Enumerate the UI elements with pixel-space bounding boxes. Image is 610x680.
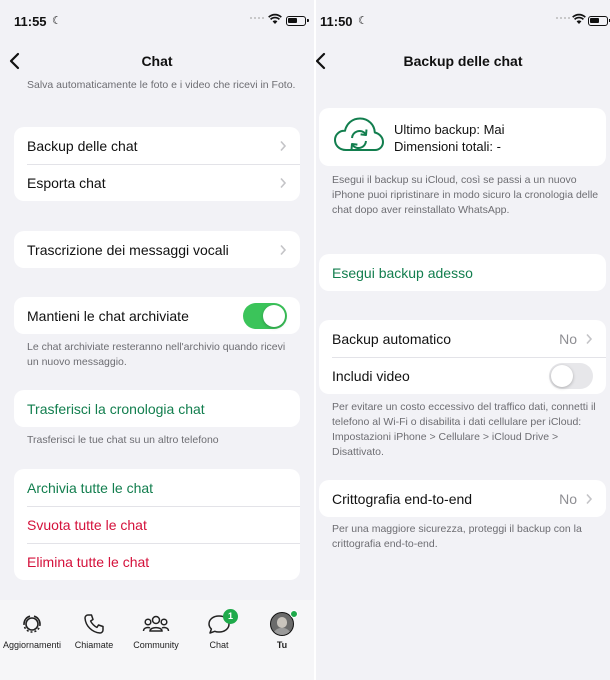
export-chat-row[interactable]: Esporta chat <box>14 164 300 201</box>
icloud-backup-note: Esegui il backup su iCloud, così se pass… <box>332 174 599 216</box>
include-video-toggle[interactable] <box>549 362 593 389</box>
signal-icon <box>250 17 264 19</box>
auto-backup-group: Backup automatico No Includi video <box>319 320 606 394</box>
chevron-right-icon <box>586 493 593 504</box>
tab-community-label: Community <box>133 640 179 650</box>
chevron-right-icon <box>280 244 287 255</box>
tab-calls-label: Chiamate <box>74 640 114 650</box>
transfer-history-button[interactable]: Trasferisci la cronologia chat <box>14 390 300 427</box>
voice-transcription-label: Trascrizione dei messaggi vocali <box>27 241 229 258</box>
battery-icon <box>588 16 610 26</box>
phone-icon <box>84 614 104 634</box>
tab-bar: Aggiornamenti Chiamate Community 1 Chat … <box>0 600 314 680</box>
auto-backup-label: Backup automatico <box>332 330 452 347</box>
backup-status-card: Ultimo backup: Mai Dimensioni totali: - <box>319 108 606 166</box>
e2e-encryption-label: Crittografia end-to-end <box>332 490 473 507</box>
backup-chats-label: Backup delle chat <box>27 137 138 154</box>
chat-unread-badge: 1 <box>223 609 238 624</box>
keep-archived-toggle[interactable] <box>243 302 287 329</box>
keep-archived-row: Mantieni le chat archiviate <box>14 297 300 334</box>
chevron-right-icon <box>280 140 287 151</box>
online-dot-icon <box>290 610 298 618</box>
backup-now-button[interactable]: Esegui backup adesso <box>319 254 606 291</box>
status-time: 11:50 <box>320 14 353 29</box>
transfer-group: Trasferisci la cronologia chat <box>14 390 300 427</box>
page-title: Chat <box>141 53 173 69</box>
delete-all-button[interactable]: Elimina tutte le chat <box>14 543 300 580</box>
e2e-encryption-row[interactable]: Crittografia end-to-end No <box>319 480 606 517</box>
last-backup-text: Ultimo backup: Mai <box>394 122 505 137</box>
wifi-icon <box>268 13 282 24</box>
export-chat-label: Esporta chat <box>27 174 106 191</box>
cellular-note: Per evitare un costo eccessivo del traff… <box>332 401 596 458</box>
page-title: Backup delle chat <box>403 53 523 69</box>
battery-icon <box>286 16 309 26</box>
tab-calls[interactable]: Chiamate <box>62 612 126 650</box>
include-video-label: Includi video <box>332 367 410 384</box>
nav-bar: Chat <box>0 44 314 78</box>
transcription-group: Trascrizione dei messaggi vocali <box>14 231 300 268</box>
status-bar: 11:55 ☾ <box>0 0 314 44</box>
e2e-note: Per una maggiore sicurezza, proteggi il … <box>332 523 582 550</box>
include-video-row: Includi video <box>319 357 606 394</box>
empty-all-button[interactable]: Svuota tutte le chat <box>14 506 300 543</box>
chat-backup-screen: 11:50 ☾ Backup delle chat Ultimo backup:… <box>316 0 610 680</box>
archive-all-button[interactable]: Archivia tutte le chat <box>14 469 300 506</box>
nav-bar: Backup delle chat <box>316 44 610 78</box>
community-icon <box>142 615 170 632</box>
moon-icon: ☾ <box>358 15 368 27</box>
wifi-icon <box>572 13 586 24</box>
tab-you-label: Tu <box>276 640 288 650</box>
moon-icon: ☾ <box>52 15 62 27</box>
archived-note: Le chat archiviate resteranno nell'archi… <box>27 341 286 368</box>
cloud-sync-icon <box>334 117 384 151</box>
auto-backup-value: No <box>559 330 577 347</box>
status-bar: 11:50 ☾ <box>316 0 610 44</box>
status-time: 11:55 <box>14 14 47 29</box>
tab-chat-label: Chat <box>209 640 229 650</box>
chevron-right-icon <box>586 333 593 344</box>
tab-updates-label: Aggiornamenti <box>2 640 62 650</box>
chevron-right-icon <box>280 177 287 188</box>
transfer-note: Trasferisci le tue chat su un altro tele… <box>27 434 219 446</box>
auto-backup-row[interactable]: Backup automatico No <box>319 320 606 357</box>
tab-you[interactable]: Tu <box>250 610 314 650</box>
chat-settings-screen: 11:55 ☾ Chat Salva automaticamente le fo… <box>0 0 314 680</box>
total-size-text: Dimensioni totali: - <box>394 139 501 154</box>
keep-archived-label: Mantieni le chat archiviate <box>27 307 189 324</box>
bulk-actions-group: Archivia tutte le chat Svuota tutte le c… <box>14 469 300 580</box>
tab-community[interactable]: Community <box>124 612 188 650</box>
backup-now-group: Esegui backup adesso <box>319 254 606 291</box>
voice-transcription-row[interactable]: Trascrizione dei messaggi vocali <box>14 231 300 268</box>
tab-chat[interactable]: 1 Chat <box>187 609 251 650</box>
encryption-group: Crittografia end-to-end No <box>319 480 606 517</box>
updates-icon <box>23 615 41 633</box>
backup-export-group: Backup delle chat Esporta chat <box>14 127 300 201</box>
archived-group: Mantieni le chat archiviate <box>14 297 300 334</box>
save-media-note: Salva automaticamente le foto e i video … <box>27 79 296 91</box>
tab-updates[interactable]: Aggiornamenti <box>0 612 64 650</box>
signal-icon <box>556 17 570 19</box>
e2e-encryption-value: No <box>559 490 577 507</box>
backup-chats-row[interactable]: Backup delle chat <box>14 127 300 164</box>
